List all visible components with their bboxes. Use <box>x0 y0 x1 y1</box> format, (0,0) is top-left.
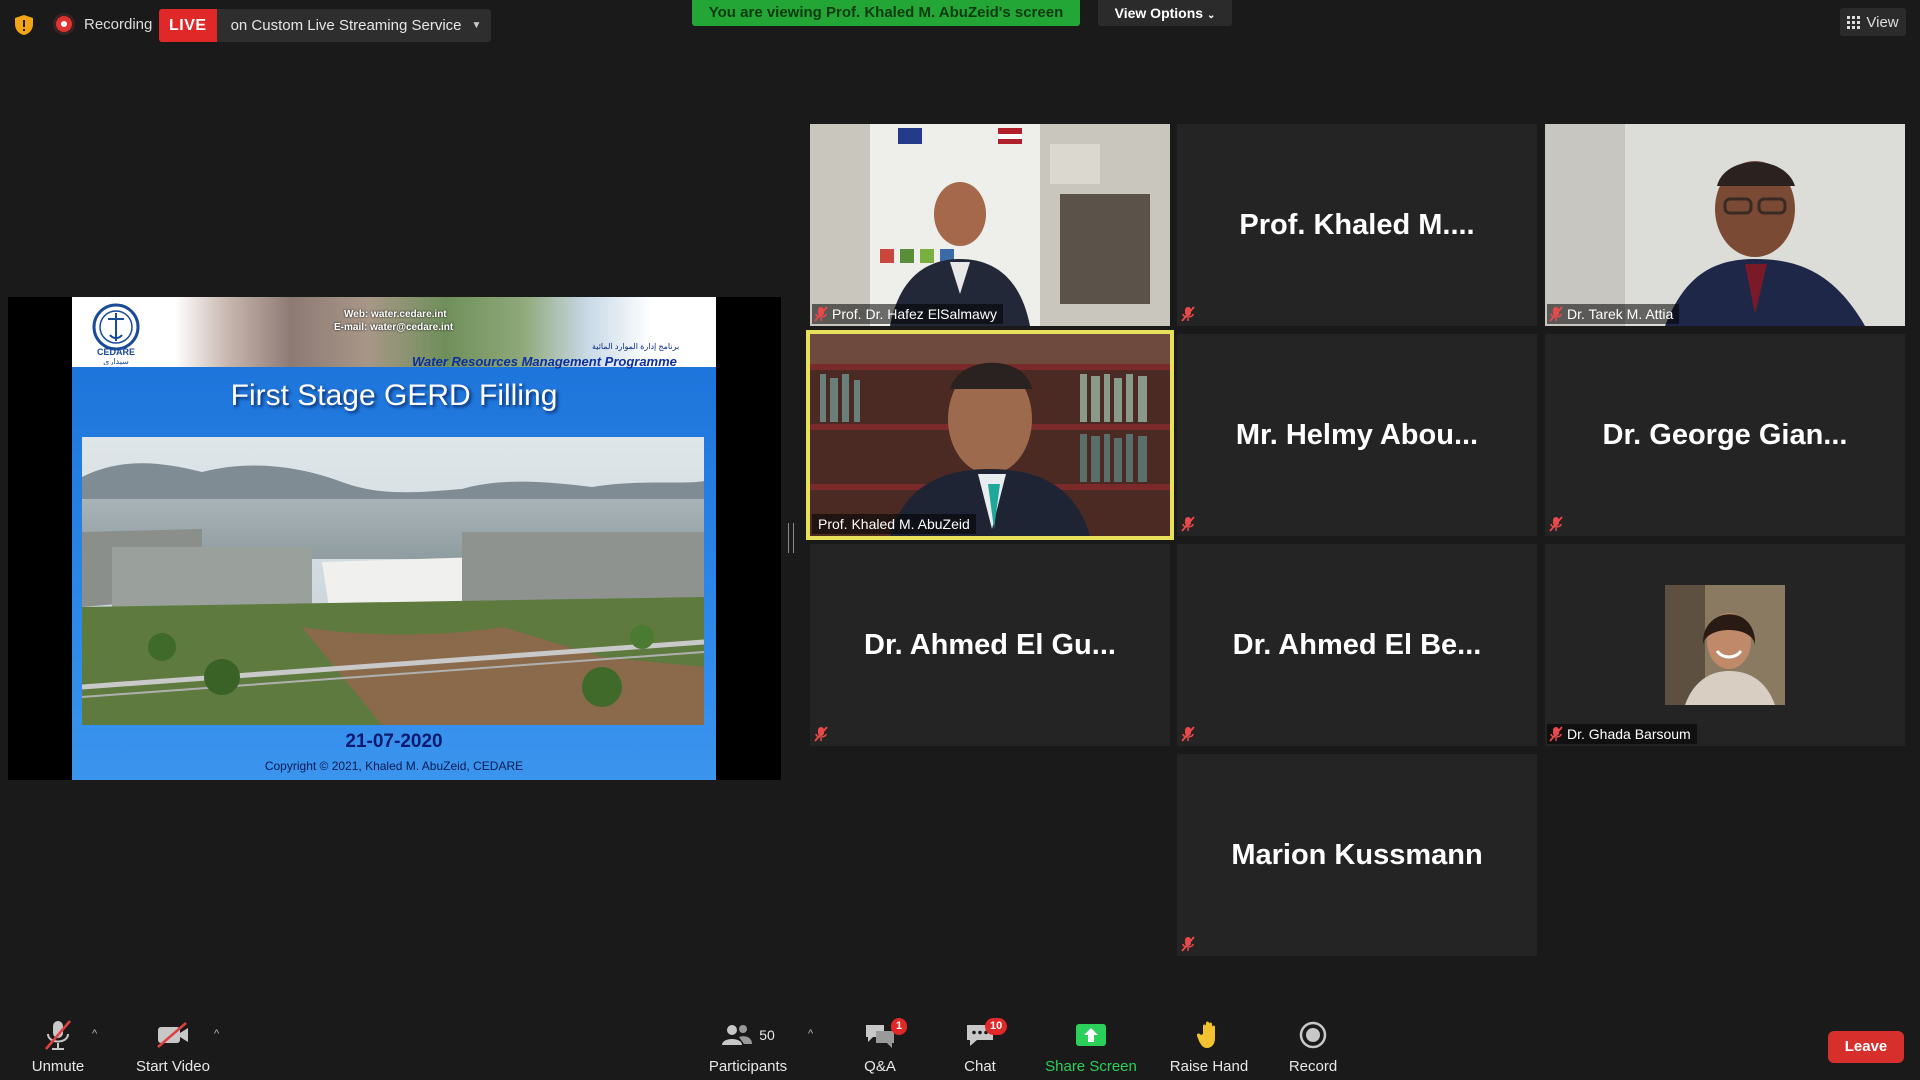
presentation-slide: CEDARE سيداري Web: water.cedare.int E-ma… <box>72 297 716 780</box>
mic-muted-icon <box>814 726 828 742</box>
chat-badge: 10 <box>985 1018 1008 1035</box>
live-stream-dropdown[interactable]: LIVE on Custom Live Streaming Service ▼ <box>159 9 492 42</box>
mic-muted-icon <box>45 1020 71 1050</box>
record-icon <box>1299 1021 1327 1049</box>
mic-muted-icon <box>1549 306 1563 322</box>
cedare-logo: CEDARE سيداري <box>92 303 140 365</box>
participants-button[interactable]: 50 Participants <box>704 1018 792 1075</box>
live-service-label: on Custom Live Streaming Service <box>230 17 462 34</box>
caret-down-icon: ▼ <box>471 20 482 31</box>
svg-text:CEDARE: CEDARE <box>97 347 135 357</box>
view-options-label: View Options <box>1114 5 1204 21</box>
view-layout-button[interactable]: View <box>1840 8 1906 36</box>
slide-title: First Stage GERD Filling <box>230 379 558 412</box>
qa-badge: 1 <box>891 1018 908 1035</box>
chat-label: Chat <box>964 1058 996 1075</box>
recording-label: Recording <box>84 16 153 33</box>
participant-nameplate: Dr. Ghada Barsoum <box>1547 724 1697 744</box>
video-options-caret-icon[interactable]: ^ <box>214 1028 219 1040</box>
participant-name: Prof. Dr. Hafez ElSalmawy <box>832 306 997 322</box>
slide-copyright: Copyright © 2021, Khaled M. AbuZeid, CED… <box>264 759 524 773</box>
participants-label: Participants <box>708 1058 788 1075</box>
mic-muted-icon <box>1181 936 1195 952</box>
leave-button[interactable]: Leave <box>1828 1031 1904 1063</box>
recording-icon <box>56 16 72 32</box>
participant-tile[interactable]: Dr. Ahmed El Be... <box>1177 544 1537 746</box>
participant-video <box>810 124 1170 326</box>
slide-date: 21-07-2020 <box>345 731 443 752</box>
unmute-label: Unmute <box>31 1058 85 1075</box>
svg-text:سيداري: سيداري <box>103 357 129 365</box>
view-options-button[interactable]: View Options ⌄ <box>1098 0 1232 26</box>
share-screen-label: Share Screen <box>1045 1058 1137 1075</box>
start-video-label: Start Video <box>136 1058 210 1075</box>
participant-video <box>1545 124 1905 326</box>
participant-profile-photo <box>1665 585 1785 705</box>
security-shield-icon[interactable] <box>14 14 34 36</box>
participant-tile[interactable]: Prof. Khaled M.... <box>1177 124 1537 326</box>
raise-hand-label: Raise Hand <box>1169 1058 1249 1075</box>
share-screen-icon <box>1076 1024 1106 1046</box>
raise-hand-icon <box>1197 1021 1215 1048</box>
participant-tile[interactable]: Dr. Tarek M. Attia <box>1545 124 1905 326</box>
participant-tile[interactable]: Mr. Helmy Abou... <box>1177 334 1537 536</box>
viewing-screen-banner: You are viewing Prof. Khaled M. AbuZeid'… <box>692 0 1080 26</box>
participant-display-name: Mr. Helmy Abou... <box>1235 419 1479 451</box>
participant-tile[interactable]: Marion Kussmann <box>1177 754 1537 956</box>
mic-muted-icon <box>814 306 828 322</box>
mic-muted-icon <box>1181 306 1195 322</box>
participant-tile[interactable]: Dr. George Gian... <box>1545 334 1905 536</box>
mic-muted-icon <box>1549 516 1563 532</box>
video-off-icon <box>157 1022 188 1048</box>
participant-display-name: Marion Kussmann <box>1231 839 1483 871</box>
grid-icon <box>1847 15 1861 29</box>
participant-name: Dr. Ghada Barsoum <box>1567 726 1691 742</box>
view-label: View <box>1866 13 1899 31</box>
participant-nameplate: Dr. Tarek M. Attia <box>1547 304 1680 324</box>
start-video-button[interactable]: Start Video <box>130 1018 216 1075</box>
split-view-divider-handle[interactable] <box>788 523 794 553</box>
participant-nameplate: Prof. Dr. Hafez ElSalmawy <box>812 304 1003 324</box>
slide-program-title: Water Resources Management Programme <box>412 354 677 369</box>
slide-email-text: E-mail: water@cedare.int <box>334 322 454 333</box>
participants-options-caret-icon[interactable]: ^ <box>808 1028 813 1040</box>
participant-display-name: Prof. Khaled M.... <box>1239 209 1475 241</box>
participant-tile[interactable]: Dr. Ghada Barsoum <box>1545 544 1905 746</box>
share-screen-button[interactable]: Share Screen <box>1044 1018 1138 1075</box>
participant-tile[interactable]: Prof. Dr. Hafez ElSalmawy <box>810 124 1170 326</box>
participant-name: Prof. Khaled M. AbuZeid <box>818 516 970 532</box>
participants-icon <box>722 1025 753 1045</box>
qa-label: Q&A <box>864 1058 896 1075</box>
record-label: Record <box>1288 1058 1338 1075</box>
slide-arabic-program: برنامج إدارة الموارد المائية <box>592 342 680 351</box>
participant-nameplate: Prof. Khaled M. AbuZeid <box>812 514 976 534</box>
dam-photo <box>82 437 704 725</box>
participant-display-name: Dr. Ahmed El Gu... <box>864 629 1116 661</box>
record-button[interactable]: Record <box>1284 1018 1342 1075</box>
live-badge: LIVE <box>159 9 217 42</box>
participants-count: 50 <box>759 1027 775 1043</box>
participant-tile[interactable]: Dr. Ahmed El Gu... <box>810 544 1170 746</box>
slide-web-text: Web: water.cedare.int <box>344 309 447 320</box>
mic-muted-icon <box>1549 726 1563 742</box>
participant-display-name: Dr. George Gian... <box>1602 419 1848 451</box>
mic-muted-icon <box>1181 726 1195 742</box>
participant-video <box>810 334 1170 536</box>
raise-hand-button[interactable]: Raise Hand <box>1166 1018 1252 1075</box>
audio-options-caret-icon[interactable]: ^ <box>92 1028 97 1040</box>
participant-name: Dr. Tarek M. Attia <box>1567 306 1674 322</box>
chevron-down-icon: ⌄ <box>1206 10 1216 21</box>
unmute-button[interactable]: Unmute <box>22 1018 94 1075</box>
mic-muted-icon <box>1181 516 1195 532</box>
participant-display-name: Dr. Ahmed El Be... <box>1232 629 1482 661</box>
participant-tile-active-speaker[interactable]: Prof. Khaled M. AbuZeid <box>810 334 1170 536</box>
